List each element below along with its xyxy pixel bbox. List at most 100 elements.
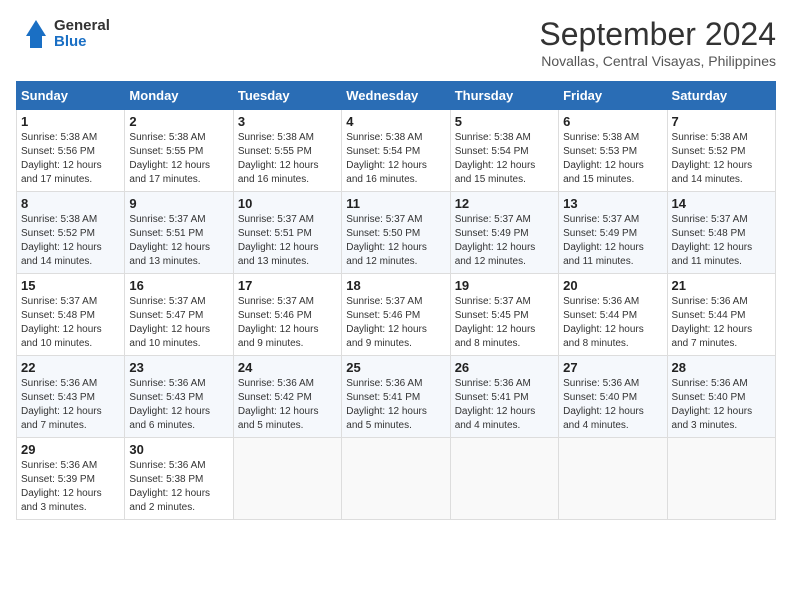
- day-info: Sunrise: 5:37 AM Sunset: 5:48 PM Dayligh…: [21, 295, 120, 351]
- day-cell-13: 13 Sunrise: 5:37 AM Sunset: 5:49 PM Dayl…: [559, 192, 667, 274]
- day-number: 7: [672, 114, 771, 129]
- logo-line1: General: [54, 18, 110, 35]
- col-thursday: Thursday: [450, 82, 558, 110]
- day-number: 22: [21, 360, 120, 375]
- day-cell-18: 18 Sunrise: 5:37 AM Sunset: 5:46 PM Dayl…: [342, 274, 450, 356]
- day-cell-29: 29 Sunrise: 5:36 AM Sunset: 5:39 PM Dayl…: [17, 438, 125, 520]
- logo: General Blue: [16, 16, 110, 52]
- day-info: Sunrise: 5:37 AM Sunset: 5:49 PM Dayligh…: [563, 213, 662, 269]
- day-cell-30: 30 Sunrise: 5:36 AM Sunset: 5:38 PM Dayl…: [125, 438, 233, 520]
- day-cell-2: 2 Sunrise: 5:38 AM Sunset: 5:55 PM Dayli…: [125, 110, 233, 192]
- day-info: Sunrise: 5:37 AM Sunset: 5:51 PM Dayligh…: [129, 213, 228, 269]
- empty-cell: [233, 438, 341, 520]
- col-monday: Monday: [125, 82, 233, 110]
- day-cell-8: 8 Sunrise: 5:38 AM Sunset: 5:52 PM Dayli…: [17, 192, 125, 274]
- day-number: 30: [129, 442, 228, 457]
- day-cell-28: 28 Sunrise: 5:36 AM Sunset: 5:40 PM Dayl…: [667, 356, 775, 438]
- day-info: Sunrise: 5:38 AM Sunset: 5:53 PM Dayligh…: [563, 131, 662, 187]
- day-number: 14: [672, 196, 771, 211]
- day-info: Sunrise: 5:38 AM Sunset: 5:52 PM Dayligh…: [21, 213, 120, 269]
- day-number: 18: [346, 278, 445, 293]
- day-info: Sunrise: 5:36 AM Sunset: 5:42 PM Dayligh…: [238, 377, 337, 433]
- day-number: 16: [129, 278, 228, 293]
- day-info: Sunrise: 5:37 AM Sunset: 5:45 PM Dayligh…: [455, 295, 554, 351]
- day-number: 3: [238, 114, 337, 129]
- day-number: 25: [346, 360, 445, 375]
- col-tuesday: Tuesday: [233, 82, 341, 110]
- day-number: 1: [21, 114, 120, 129]
- day-cell-17: 17 Sunrise: 5:37 AM Sunset: 5:46 PM Dayl…: [233, 274, 341, 356]
- day-number: 27: [563, 360, 662, 375]
- location: Novallas, Central Visayas, Philippines: [539, 53, 776, 69]
- day-cell-27: 27 Sunrise: 5:36 AM Sunset: 5:40 PM Dayl…: [559, 356, 667, 438]
- calendar-table: Sunday Monday Tuesday Wednesday Thursday…: [16, 81, 776, 520]
- day-info: Sunrise: 5:37 AM Sunset: 5:51 PM Dayligh…: [238, 213, 337, 269]
- day-cell-14: 14 Sunrise: 5:37 AM Sunset: 5:48 PM Dayl…: [667, 192, 775, 274]
- day-info: Sunrise: 5:37 AM Sunset: 5:48 PM Dayligh…: [672, 213, 771, 269]
- day-number: 19: [455, 278, 554, 293]
- day-cell-5: 5 Sunrise: 5:38 AM Sunset: 5:54 PM Dayli…: [450, 110, 558, 192]
- empty-cell: [667, 438, 775, 520]
- day-cell-21: 21 Sunrise: 5:36 AM Sunset: 5:44 PM Dayl…: [667, 274, 775, 356]
- col-sunday: Sunday: [17, 82, 125, 110]
- day-cell-10: 10 Sunrise: 5:37 AM Sunset: 5:51 PM Dayl…: [233, 192, 341, 274]
- day-cell-25: 25 Sunrise: 5:36 AM Sunset: 5:41 PM Dayl…: [342, 356, 450, 438]
- day-info: Sunrise: 5:37 AM Sunset: 5:46 PM Dayligh…: [238, 295, 337, 351]
- day-number: 8: [21, 196, 120, 211]
- day-cell-7: 7 Sunrise: 5:38 AM Sunset: 5:52 PM Dayli…: [667, 110, 775, 192]
- day-cell-19: 19 Sunrise: 5:37 AM Sunset: 5:45 PM Dayl…: [450, 274, 558, 356]
- day-info: Sunrise: 5:36 AM Sunset: 5:38 PM Dayligh…: [129, 459, 228, 515]
- day-number: 9: [129, 196, 228, 211]
- day-number: 17: [238, 278, 337, 293]
- day-cell-9: 9 Sunrise: 5:37 AM Sunset: 5:51 PM Dayli…: [125, 192, 233, 274]
- day-number: 21: [672, 278, 771, 293]
- empty-cell: [559, 438, 667, 520]
- day-cell-12: 12 Sunrise: 5:37 AM Sunset: 5:49 PM Dayl…: [450, 192, 558, 274]
- col-saturday: Saturday: [667, 82, 775, 110]
- col-wednesday: Wednesday: [342, 82, 450, 110]
- day-number: 29: [21, 442, 120, 457]
- day-cell-20: 20 Sunrise: 5:36 AM Sunset: 5:44 PM Dayl…: [559, 274, 667, 356]
- day-cell-1: 1 Sunrise: 5:38 AM Sunset: 5:56 PM Dayli…: [17, 110, 125, 192]
- day-number: 23: [129, 360, 228, 375]
- day-cell-4: 4 Sunrise: 5:38 AM Sunset: 5:54 PM Dayli…: [342, 110, 450, 192]
- day-info: Sunrise: 5:37 AM Sunset: 5:50 PM Dayligh…: [346, 213, 445, 269]
- day-info: Sunrise: 5:36 AM Sunset: 5:39 PM Dayligh…: [21, 459, 120, 515]
- page-header: General Blue September 2024 Novallas, Ce…: [16, 16, 776, 69]
- day-number: 2: [129, 114, 228, 129]
- day-cell-16: 16 Sunrise: 5:37 AM Sunset: 5:47 PM Dayl…: [125, 274, 233, 356]
- day-number: 28: [672, 360, 771, 375]
- month-title: September 2024: [539, 16, 776, 53]
- day-number: 15: [21, 278, 120, 293]
- week-row-3: 15 Sunrise: 5:37 AM Sunset: 5:48 PM Dayl…: [17, 274, 776, 356]
- day-info: Sunrise: 5:36 AM Sunset: 5:43 PM Dayligh…: [21, 377, 120, 433]
- day-info: Sunrise: 5:38 AM Sunset: 5:55 PM Dayligh…: [238, 131, 337, 187]
- day-number: 12: [455, 196, 554, 211]
- empty-cell: [342, 438, 450, 520]
- logo-line2: Blue: [54, 34, 110, 51]
- day-cell-26: 26 Sunrise: 5:36 AM Sunset: 5:41 PM Dayl…: [450, 356, 558, 438]
- day-number: 4: [346, 114, 445, 129]
- day-cell-24: 24 Sunrise: 5:36 AM Sunset: 5:42 PM Dayl…: [233, 356, 341, 438]
- weekday-header-row: Sunday Monday Tuesday Wednesday Thursday…: [17, 82, 776, 110]
- day-cell-11: 11 Sunrise: 5:37 AM Sunset: 5:50 PM Dayl…: [342, 192, 450, 274]
- day-cell-15: 15 Sunrise: 5:37 AM Sunset: 5:48 PM Dayl…: [17, 274, 125, 356]
- day-number: 26: [455, 360, 554, 375]
- day-info: Sunrise: 5:36 AM Sunset: 5:41 PM Dayligh…: [455, 377, 554, 433]
- day-info: Sunrise: 5:38 AM Sunset: 5:52 PM Dayligh…: [672, 131, 771, 187]
- day-info: Sunrise: 5:36 AM Sunset: 5:43 PM Dayligh…: [129, 377, 228, 433]
- day-info: Sunrise: 5:38 AM Sunset: 5:55 PM Dayligh…: [129, 131, 228, 187]
- week-row-5: 29 Sunrise: 5:36 AM Sunset: 5:39 PM Dayl…: [17, 438, 776, 520]
- day-info: Sunrise: 5:36 AM Sunset: 5:40 PM Dayligh…: [563, 377, 662, 433]
- day-info: Sunrise: 5:37 AM Sunset: 5:47 PM Dayligh…: [129, 295, 228, 351]
- day-number: 6: [563, 114, 662, 129]
- day-info: Sunrise: 5:36 AM Sunset: 5:44 PM Dayligh…: [672, 295, 771, 351]
- col-friday: Friday: [559, 82, 667, 110]
- day-number: 20: [563, 278, 662, 293]
- day-number: 13: [563, 196, 662, 211]
- day-cell-3: 3 Sunrise: 5:38 AM Sunset: 5:55 PM Dayli…: [233, 110, 341, 192]
- week-row-2: 8 Sunrise: 5:38 AM Sunset: 5:52 PM Dayli…: [17, 192, 776, 274]
- day-info: Sunrise: 5:37 AM Sunset: 5:49 PM Dayligh…: [455, 213, 554, 269]
- day-cell-6: 6 Sunrise: 5:38 AM Sunset: 5:53 PM Dayli…: [559, 110, 667, 192]
- day-info: Sunrise: 5:38 AM Sunset: 5:54 PM Dayligh…: [346, 131, 445, 187]
